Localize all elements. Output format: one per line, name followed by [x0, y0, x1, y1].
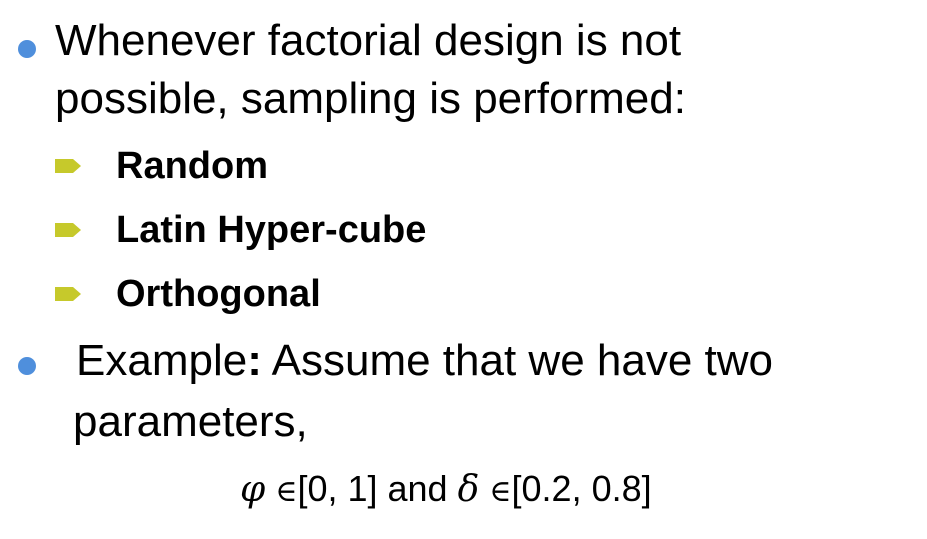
element-of-symbol: ∈ — [489, 474, 512, 509]
sub-item-random: Random — [116, 145, 268, 187]
example-label: Example — [76, 336, 248, 385]
bullet-1-line-2: possible, sampling is performed: — [55, 74, 686, 123]
range-delta: [0.2, 0.8] — [511, 468, 652, 509]
and-word: and — [377, 468, 458, 509]
bullet-2-line-1: Example: Assume that we have two — [76, 332, 773, 390]
slide: Whenever factorial design is not possibl… — [0, 0, 927, 539]
sub-item-orthogonal: Orthogonal — [116, 273, 321, 315]
bullet-2-line-2: parameters, — [73, 397, 308, 446]
bullet-dot-icon — [18, 40, 36, 58]
formula: φ ∈[0, 1] and δ ∈[0.2, 0.8] — [240, 467, 652, 514]
delta-symbol: δ — [457, 469, 480, 510]
range-phi: [0, 1] — [297, 468, 378, 509]
phi-symbol: φ — [240, 469, 266, 510]
element-of-symbol: ∈ — [275, 474, 298, 509]
example-text: Assume that we have two — [261, 336, 773, 385]
arrow-right-icon — [55, 159, 81, 173]
bullet-dot-icon — [18, 357, 36, 375]
bullet-1-line-1: Whenever factorial design is not — [55, 16, 682, 65]
sub-item-latin-hyper-cube: Latin Hyper-cube — [116, 209, 427, 251]
example-colon: : — [247, 336, 262, 385]
arrow-right-icon — [55, 287, 81, 301]
arrow-right-icon — [55, 223, 81, 237]
